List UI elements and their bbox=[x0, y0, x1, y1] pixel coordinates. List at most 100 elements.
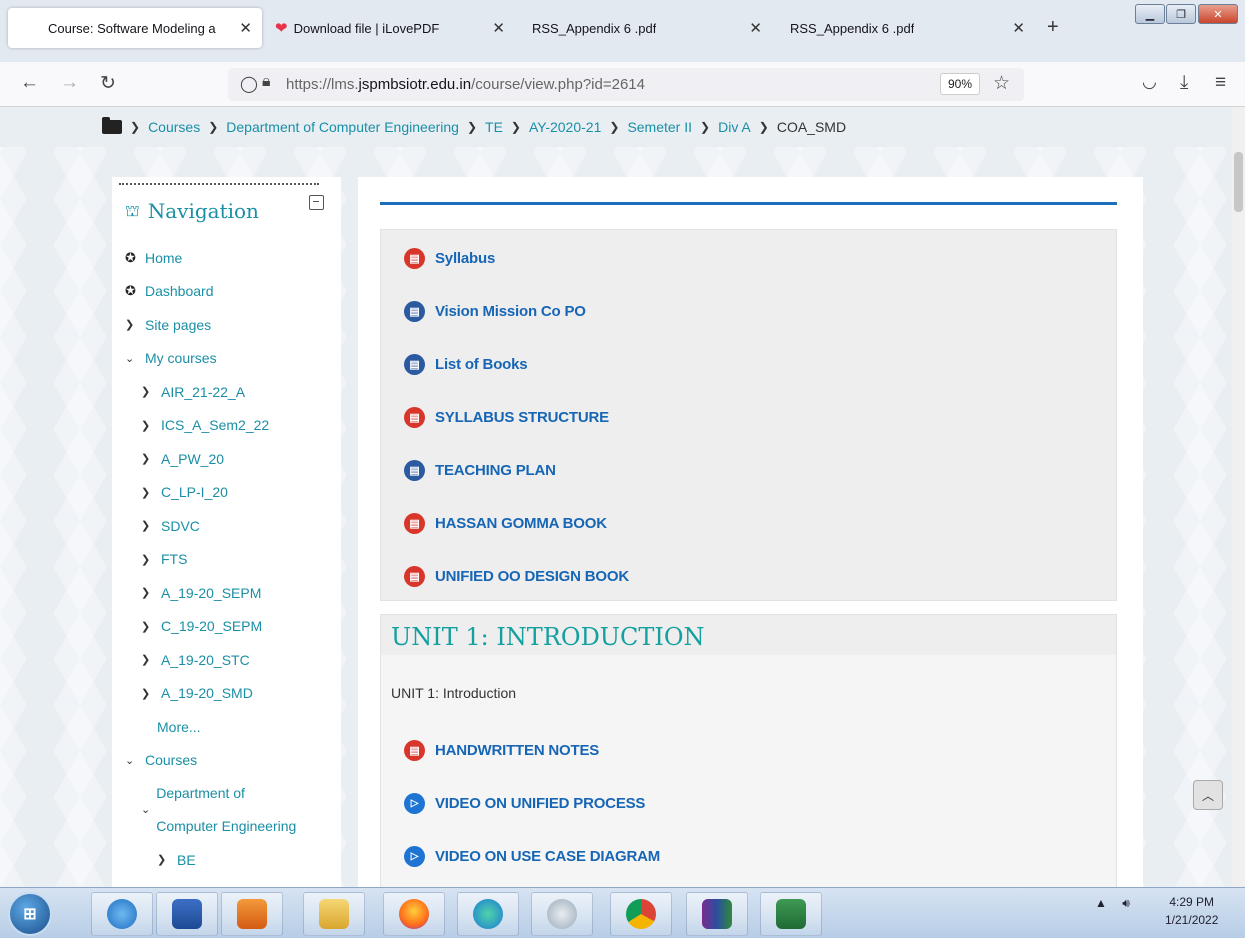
url-text[interactable]: https://lms.jspmbsiotr.edu.in/course/vie… bbox=[286, 76, 645, 93]
nav-course-item[interactable]: ❯ FTS bbox=[119, 543, 341, 577]
breadcrumb-semester[interactable]: Semeter II bbox=[627, 119, 692, 135]
activity-video-unified-process[interactable]: ▷ VIDEO ON UNIFIED PROCESS bbox=[404, 793, 645, 814]
nav-course-item[interactable]: ❯ A_19-20_STC bbox=[119, 643, 341, 677]
close-tab-icon[interactable]: ✕ bbox=[749, 19, 762, 37]
activity-label[interactable]: HASSAN GOMMA BOOK bbox=[435, 515, 607, 532]
nav-course-item[interactable]: ❯ A_PW_20 bbox=[119, 442, 341, 476]
activity-syllabus-structure[interactable]: ▤ SYLLABUS STRUCTURE bbox=[404, 407, 609, 428]
nav-home[interactable]: ✪ Home bbox=[119, 241, 341, 275]
collapse-block-icon[interactable] bbox=[309, 195, 324, 210]
close-window-icon[interactable]: ✕ bbox=[1198, 4, 1238, 24]
breadcrumb-department[interactable]: Department of Computer Engineering bbox=[226, 119, 459, 135]
breadcrumb-division[interactable]: Div A bbox=[718, 119, 751, 135]
page-scrollbar[interactable] bbox=[1232, 107, 1245, 887]
tab-ilovepdf[interactable]: ❤ Download file | iLovePDF ✕ bbox=[265, 8, 515, 48]
chevron-down-icon: ⌄ bbox=[125, 754, 135, 767]
pdf-file-icon: ▤ bbox=[404, 740, 425, 761]
close-tab-icon[interactable]: ✕ bbox=[239, 19, 252, 37]
scrollbar-thumb[interactable] bbox=[1234, 152, 1243, 212]
close-tab-icon[interactable]: ✕ bbox=[492, 19, 505, 37]
activity-label[interactable]: Syllabus bbox=[435, 250, 495, 267]
back-arrow-icon[interactable]: ← bbox=[20, 72, 39, 94]
show-hidden-icons-icon[interactable]: ▲ bbox=[1095, 896, 1107, 910]
pocket-icon[interactable]: ◡ bbox=[1142, 72, 1157, 92]
clock-date: 1/21/2022 bbox=[1165, 913, 1219, 927]
shield-icon[interactable]: ◯ bbox=[240, 74, 258, 94]
start-button[interactable]: ⊞ bbox=[8, 892, 52, 936]
taskbar-paint[interactable] bbox=[531, 892, 593, 936]
taskbar-firefox[interactable] bbox=[383, 892, 445, 936]
nav-course-item[interactable]: ❯ A_19-20_SMD bbox=[119, 677, 341, 711]
reload-icon[interactable]: ↻ bbox=[100, 72, 116, 95]
nav-label: C_LP-I_20 bbox=[161, 484, 228, 501]
breadcrumb-courses[interactable]: Courses bbox=[148, 119, 200, 135]
taskbar-internet-explorer[interactable] bbox=[91, 892, 153, 936]
nav-my-courses[interactable]: ⌄ My courses bbox=[119, 342, 341, 376]
taskbar-word[interactable] bbox=[156, 892, 218, 936]
back-to-top-button[interactable]: ︿ bbox=[1193, 780, 1223, 810]
nav-more[interactable]: More... bbox=[119, 710, 341, 744]
tab-rss-appendix-1[interactable]: RSS_Appendix 6 .pdf ✕ bbox=[522, 8, 772, 48]
nav-course-item[interactable]: ❯ C_19-20_SEPM bbox=[119, 610, 341, 644]
media-player-icon bbox=[237, 899, 267, 929]
activity-label[interactable]: Vision Mission Co PO bbox=[435, 303, 586, 320]
play-icon: ▷ bbox=[404, 846, 425, 867]
zoom-level[interactable]: 90% bbox=[940, 73, 981, 95]
activity-label[interactable]: VIDEO ON UNIFIED PROCESS bbox=[435, 795, 645, 812]
activity-label[interactable]: VIDEO ON USE CASE DIAGRAM bbox=[435, 848, 660, 865]
chevron-right-icon: ❯ bbox=[141, 687, 151, 700]
nav-course-item[interactable]: ❯ AIR_21-22_A bbox=[119, 375, 341, 409]
taskbar-excel[interactable] bbox=[760, 892, 822, 936]
close-tab-icon[interactable]: ✕ bbox=[1012, 19, 1025, 37]
taskbar-file-explorer[interactable] bbox=[303, 892, 365, 936]
chevron-right-icon: ❯ bbox=[466, 120, 478, 134]
restore-icon[interactable]: ❐ bbox=[1166, 4, 1196, 24]
browser-nav-bar: ← → ↻ ◯ 🔒︎ https://lms.jspmbsiotr.edu.in… bbox=[0, 62, 1245, 107]
url-bar[interactable]: ◯ 🔒︎ https://lms.jspmbsiotr.edu.in/cours… bbox=[228, 68, 1024, 101]
menu-icon[interactable]: ≡ bbox=[1215, 72, 1226, 94]
nav-label: C_19-20_SEPM bbox=[161, 618, 263, 635]
forward-arrow-icon[interactable]: → bbox=[60, 72, 79, 94]
nav-site-pages[interactable]: ❯ Site pages bbox=[119, 308, 341, 342]
activity-label[interactable]: SYLLABUS STRUCTURE bbox=[435, 409, 609, 426]
folder-icon[interactable] bbox=[102, 117, 122, 134]
taskbar-chrome[interactable] bbox=[610, 892, 672, 936]
activity-label[interactable]: TEACHING PLAN bbox=[435, 462, 556, 479]
tab-course[interactable]: Course: Software Modeling a ✕ bbox=[8, 8, 262, 48]
activity-hassan-gomma-book[interactable]: ▤ HASSAN GOMMA BOOK bbox=[404, 513, 607, 534]
taskbar-winrar[interactable] bbox=[686, 892, 748, 936]
nav-courses[interactable]: ⌄ Courses bbox=[119, 744, 341, 778]
breadcrumb-te[interactable]: TE bbox=[485, 119, 503, 135]
downloads-icon[interactable]: ⤓ bbox=[1180, 72, 1188, 94]
activity-list-of-books[interactable]: ▤ List of Books bbox=[404, 354, 528, 375]
clock[interactable]: 4:29 PM 1/21/2022 bbox=[1165, 893, 1218, 929]
lock-icon[interactable]: 🔒︎ bbox=[262, 73, 271, 91]
bookmark-star-icon[interactable]: ☆ bbox=[993, 72, 1010, 95]
activity-handwritten-notes[interactable]: ▤ HANDWRITTEN NOTES bbox=[404, 740, 599, 761]
activity-vision-mission[interactable]: ▤ Vision Mission Co PO bbox=[404, 301, 586, 322]
taskbar-media-player[interactable] bbox=[221, 892, 283, 936]
nav-course-item[interactable]: ❯ A_19-20_SEPM bbox=[119, 576, 341, 610]
nav-course-item[interactable]: ❯ C_LP-I_20 bbox=[119, 476, 341, 510]
volume-icon[interactable]: 🔊︎ bbox=[1122, 896, 1130, 910]
nav-department[interactable]: ⌄ Department of Computer Engineering bbox=[119, 777, 309, 843]
taskbar-edge[interactable] bbox=[457, 892, 519, 936]
nav-dashboard[interactable]: ✪ Dashboard bbox=[119, 275, 341, 309]
pdf-file-icon: ▤ bbox=[404, 513, 425, 534]
section-title[interactable]: UNIT 1: INTRODUCTION bbox=[391, 623, 705, 651]
minimize-icon[interactable]: ▁ bbox=[1135, 4, 1165, 24]
activity-label[interactable]: HANDWRITTEN NOTES bbox=[435, 742, 599, 759]
activity-video-use-case-diagram[interactable]: ▷ VIDEO ON USE CASE DIAGRAM bbox=[404, 846, 660, 867]
new-tab-icon[interactable]: + bbox=[1047, 16, 1059, 39]
activity-unified-oo-design-book[interactable]: ▤ UNIFIED OO DESIGN BOOK bbox=[404, 566, 629, 587]
activity-label[interactable]: List of Books bbox=[435, 356, 528, 373]
activity-teaching-plan[interactable]: ▤ TEACHING PLAN bbox=[404, 460, 556, 481]
unit1-section: UNIT 1: INTRODUCTION UNIT 1: Introductio… bbox=[380, 614, 1117, 887]
tab-rss-appendix-2[interactable]: RSS_Appendix 6 .pdf ✕ bbox=[780, 8, 1035, 48]
activity-syllabus[interactable]: ▤ Syllabus bbox=[404, 248, 495, 269]
nav-be[interactable]: ❯ BE bbox=[119, 843, 341, 877]
nav-course-item[interactable]: ❯ SDVC bbox=[119, 509, 341, 543]
breadcrumb-year[interactable]: AY-2020-21 bbox=[529, 119, 601, 135]
activity-label[interactable]: UNIFIED OO DESIGN BOOK bbox=[435, 568, 629, 585]
nav-course-item[interactable]: ❯ ICS_A_Sem2_22 bbox=[119, 409, 341, 443]
